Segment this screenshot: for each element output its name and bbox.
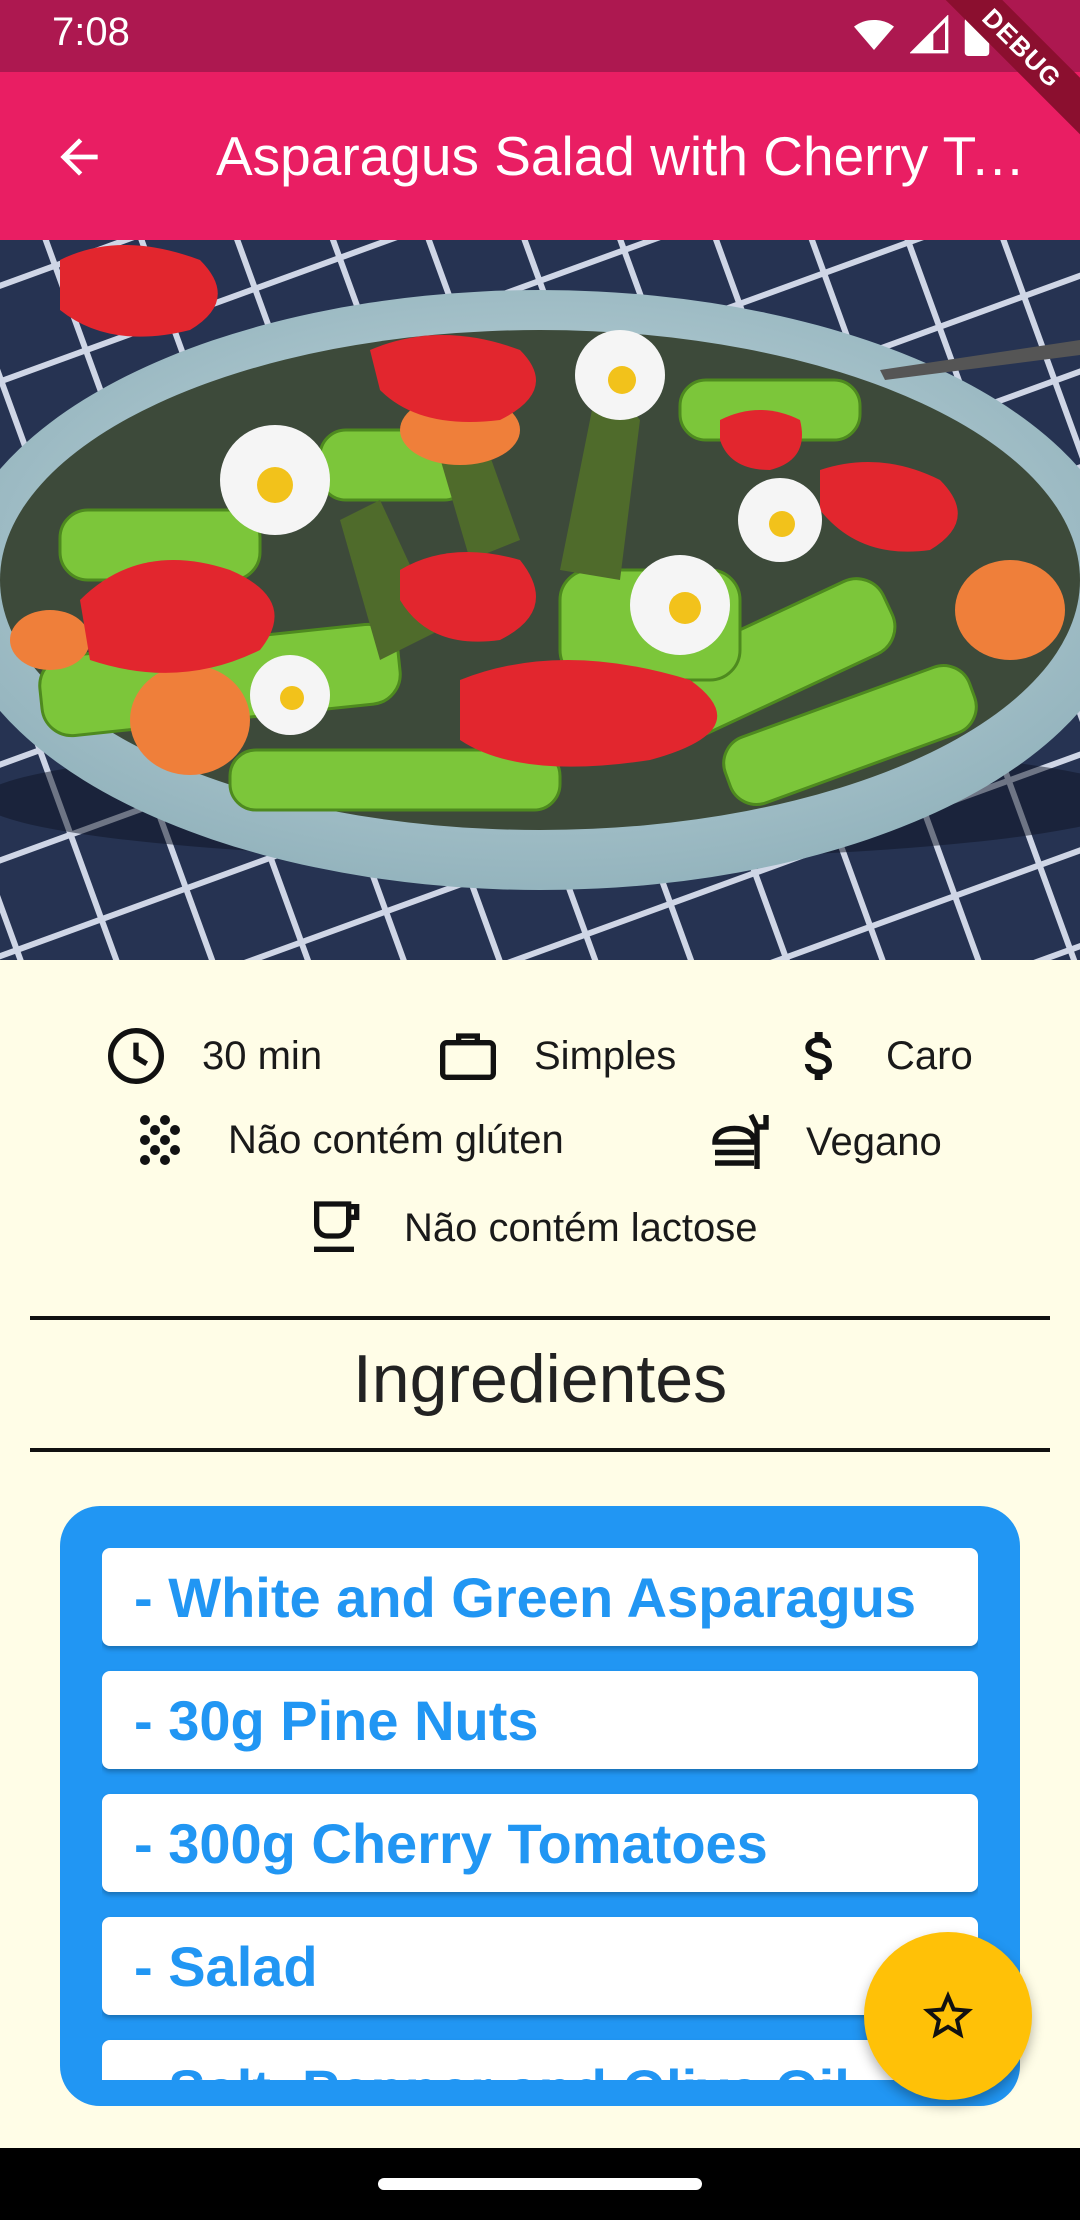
wifi-icon bbox=[854, 20, 894, 50]
ingredient-item: - 300g Cherry Tomatoes bbox=[102, 1794, 978, 1892]
takeout-dining-icon bbox=[712, 1113, 769, 1169]
star-outline-icon bbox=[923, 1991, 973, 2039]
back-button[interactable] bbox=[44, 122, 114, 192]
vegan-label: Vegano bbox=[806, 1119, 942, 1164]
favorite-button[interactable] bbox=[864, 1932, 1032, 2100]
app-bar: Asparagus Salad with Cherry Tomatoes bbox=[0, 72, 1080, 240]
page-title: Asparagus Salad with Cherry Tomatoes bbox=[216, 125, 1036, 187]
vegan-info: Vegano bbox=[706, 1106, 942, 1178]
affordability-info: Caro bbox=[788, 1024, 973, 1088]
ingredient-item: - Salad bbox=[102, 1917, 978, 2015]
arrow-back-icon bbox=[60, 138, 98, 176]
signal-icon bbox=[910, 15, 949, 54]
gluten-info: Não contém glúten bbox=[130, 1110, 564, 1170]
ingredient-item: - 30g Pine Nuts bbox=[102, 1671, 978, 1769]
status-bar: 7:08 bbox=[0, 0, 1080, 72]
ingredient-item: - White and Green Asparagus bbox=[102, 1548, 978, 1646]
duration-label: 30 min bbox=[202, 1033, 323, 1078]
meal-image bbox=[0, 240, 1080, 960]
lactose-label: Não contém lactose bbox=[404, 1205, 758, 1250]
ingredient-item: - Salt, Pepper and Olive Oil bbox=[102, 2040, 978, 2080]
affordability-label: Caro bbox=[886, 1033, 973, 1078]
grain-icon bbox=[140, 1115, 180, 1165]
ingredients-list[interactable]: - White and Green Asparagus - 30g Pine N… bbox=[102, 1548, 978, 2080]
divider-top bbox=[30, 1316, 1050, 1320]
salad-photo bbox=[0, 240, 1080, 960]
clock-icon bbox=[108, 1028, 164, 1084]
dollar-icon bbox=[804, 1032, 832, 1080]
lactose-info: Não contém lactose bbox=[306, 1196, 758, 1260]
home-gesture-handle[interactable] bbox=[378, 2178, 702, 2190]
work-icon bbox=[440, 1033, 496, 1080]
gluten-label: Não contém glúten bbox=[228, 1117, 564, 1162]
system-nav-bar bbox=[0, 2148, 1080, 2220]
duration-info: 30 min bbox=[104, 1024, 322, 1088]
complexity-label: Simples bbox=[534, 1033, 677, 1078]
divider-bottom bbox=[30, 1448, 1050, 1452]
coffee-cup-icon bbox=[314, 1201, 360, 1252]
ingredients-title: Ingredientes bbox=[352, 1341, 728, 1417]
complexity-info: Simples bbox=[436, 1024, 676, 1088]
status-time: 7:08 bbox=[52, 10, 130, 54]
